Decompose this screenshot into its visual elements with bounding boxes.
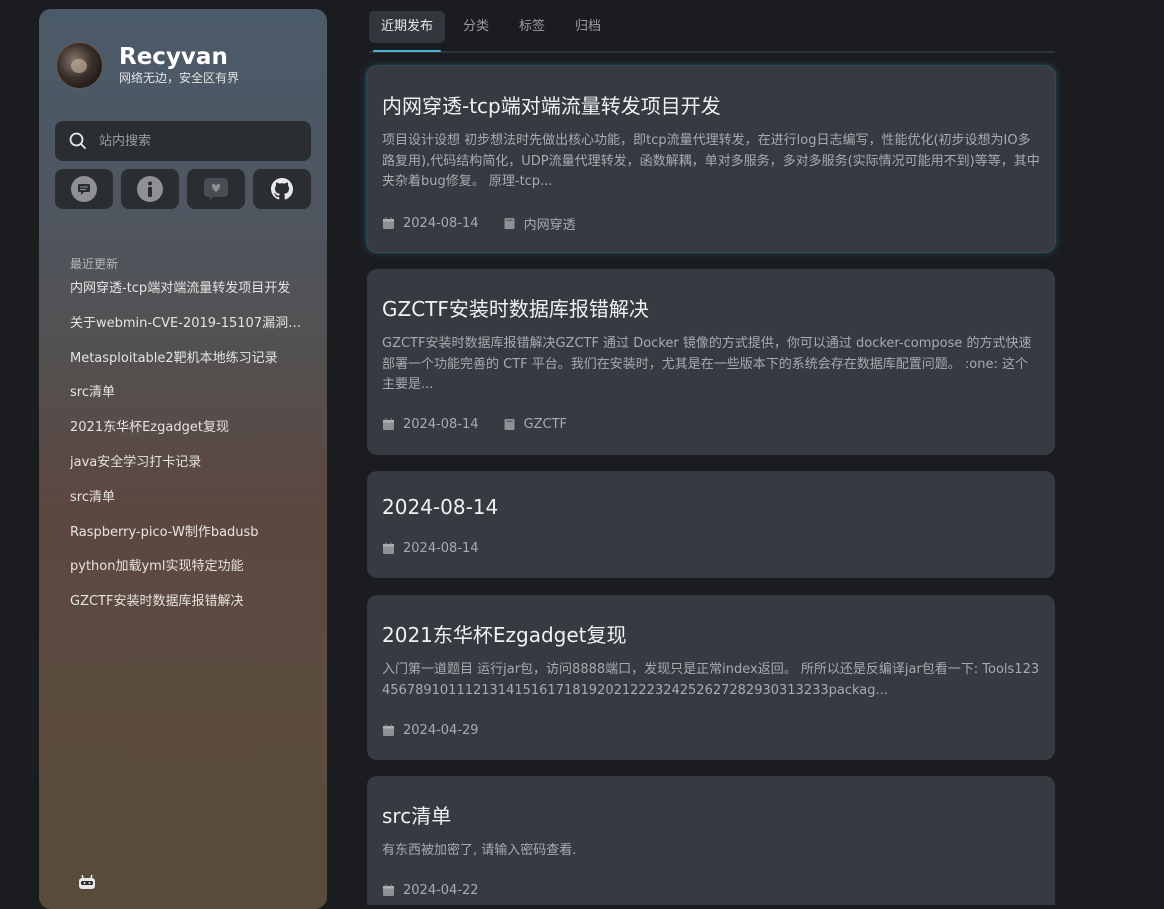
- post-category[interactable]: 内网穿透: [503, 214, 576, 233]
- tab-archive[interactable]: 归档: [563, 11, 613, 43]
- post-excerpt: 项目设计设想 初步想法时先做出核心功能，即tcp流量代理转发，在进行log日志编…: [382, 133, 1040, 189]
- post-card[interactable]: 内网穿透-tcp端对端流量转发项目开发 项目设计设想 初步想法时先做出核心功能，…: [367, 66, 1055, 252]
- search-box[interactable]: [55, 121, 311, 161]
- post-excerpt: GZCTF安装时数据库报错解决GZCTF 通过 Docker 镜像的方式提供，你…: [382, 336, 1032, 392]
- post-date: 2024-08-14: [382, 417, 479, 432]
- site-name[interactable]: Recyvan: [119, 44, 239, 70]
- folder-icon: [504, 419, 515, 430]
- post-title[interactable]: 内网穿透-tcp端对端流量转发项目开发: [382, 90, 721, 119]
- recent-item[interactable]: 内网穿透-tcp端对端流量转发项目开发: [70, 276, 310, 311]
- post-card[interactable]: 2021东华杯Ezgadget复现 入门第一道题目 运行jar包，访问8888端…: [367, 595, 1055, 760]
- recent-item[interactable]: java安全学习打卡记录: [70, 450, 310, 485]
- recent-item[interactable]: src清单: [70, 380, 310, 415]
- recent-item[interactable]: 2021东华杯Ezgadget复现: [70, 415, 310, 450]
- recent-item[interactable]: Metasploitable2靶机本地练习记录: [70, 346, 310, 381]
- chat-button[interactable]: [55, 169, 113, 209]
- post-meta: 2024-08-14: [382, 541, 503, 556]
- post-meta: 2024-08-14 GZCTF: [382, 417, 591, 432]
- github-icon: [271, 178, 293, 200]
- post-date: 2024-04-22: [382, 883, 479, 898]
- post-card[interactable]: src清单 有东西被加密了, 请输入密码查看. 2024-04-22: [367, 776, 1055, 905]
- tab-categories[interactable]: 分类: [451, 11, 501, 43]
- heart-button[interactable]: [187, 169, 245, 209]
- post-date: 2024-08-14: [382, 216, 479, 231]
- recent-item[interactable]: GZCTF安装时数据库报错解决: [70, 589, 310, 624]
- search-input[interactable]: [97, 132, 301, 150]
- sidebar: Recyvan 网络无边，安全区有界 站内搜索 最近更新 内网穿透-tcp端对端…: [39, 9, 327, 909]
- post-title[interactable]: GZCTF安装时数据库报错解决: [382, 293, 649, 322]
- quick-buttons: [55, 169, 311, 209]
- recent-title: 最近更新: [70, 257, 119, 271]
- info-button[interactable]: [121, 169, 179, 209]
- post-title[interactable]: 2024-08-14: [382, 495, 498, 519]
- calendar-icon: [383, 542, 394, 554]
- search-icon: [69, 132, 87, 150]
- chat-icon: [70, 175, 98, 203]
- post-card[interactable]: GZCTF安装时数据库报错解决 GZCTF安装时数据库报错解决GZCTF 通过 …: [367, 269, 1055, 455]
- github-button[interactable]: [253, 169, 311, 209]
- post-title[interactable]: src清单: [382, 800, 451, 829]
- post-card[interactable]: 2024-08-14 2024-08-14: [367, 471, 1055, 578]
- calendar-icon: [383, 418, 394, 430]
- site-subtitle: 网络无边，安全区有界: [119, 71, 240, 85]
- info-icon: [136, 175, 164, 203]
- calendar-icon: [383, 217, 394, 229]
- post-title[interactable]: 2021东华杯Ezgadget复现: [382, 619, 627, 648]
- post-excerpt: 入门第一道题目 运行jar包，访问8888端口，发现只是正常index返回。 所…: [382, 662, 1040, 698]
- tab-bar: 近期发布 分类 标签 归档: [369, 11, 1055, 53]
- bot-icon[interactable]: [77, 873, 97, 895]
- recent-item[interactable]: Raspberry-pico-W制作badusb: [70, 520, 310, 555]
- recent-item[interactable]: 关于webmin-CVE-2019-15107漏洞复现: [70, 311, 310, 346]
- post-date: 2024-04-29: [382, 723, 479, 738]
- post-meta: 2024-04-29: [382, 723, 503, 738]
- folder-icon: [504, 218, 515, 229]
- post-meta: 2024-04-22: [382, 883, 503, 898]
- recent-updates: 最近更新 内网穿透-tcp端对端流量转发项目开发 关于webmin-CVE-20…: [70, 255, 310, 624]
- calendar-icon: [383, 884, 394, 896]
- post-excerpt: 有东西被加密了, 请输入密码查看.: [382, 843, 577, 858]
- tab-tags[interactable]: 标签: [507, 11, 557, 43]
- post-date: 2024-08-14: [382, 541, 479, 556]
- recent-item[interactable]: src清单: [70, 485, 310, 520]
- avatar[interactable]: [56, 41, 103, 89]
- post-meta: 2024-08-14 内网穿透: [382, 214, 600, 233]
- calendar-icon: [383, 724, 394, 736]
- heart-icon: [202, 175, 230, 203]
- tab-recent[interactable]: 近期发布: [369, 11, 446, 52]
- profile: Recyvan 网络无边，安全区有界: [56, 41, 240, 89]
- recent-item[interactable]: python加载yml实现特定功能: [70, 554, 310, 589]
- post-category[interactable]: GZCTF: [503, 417, 567, 432]
